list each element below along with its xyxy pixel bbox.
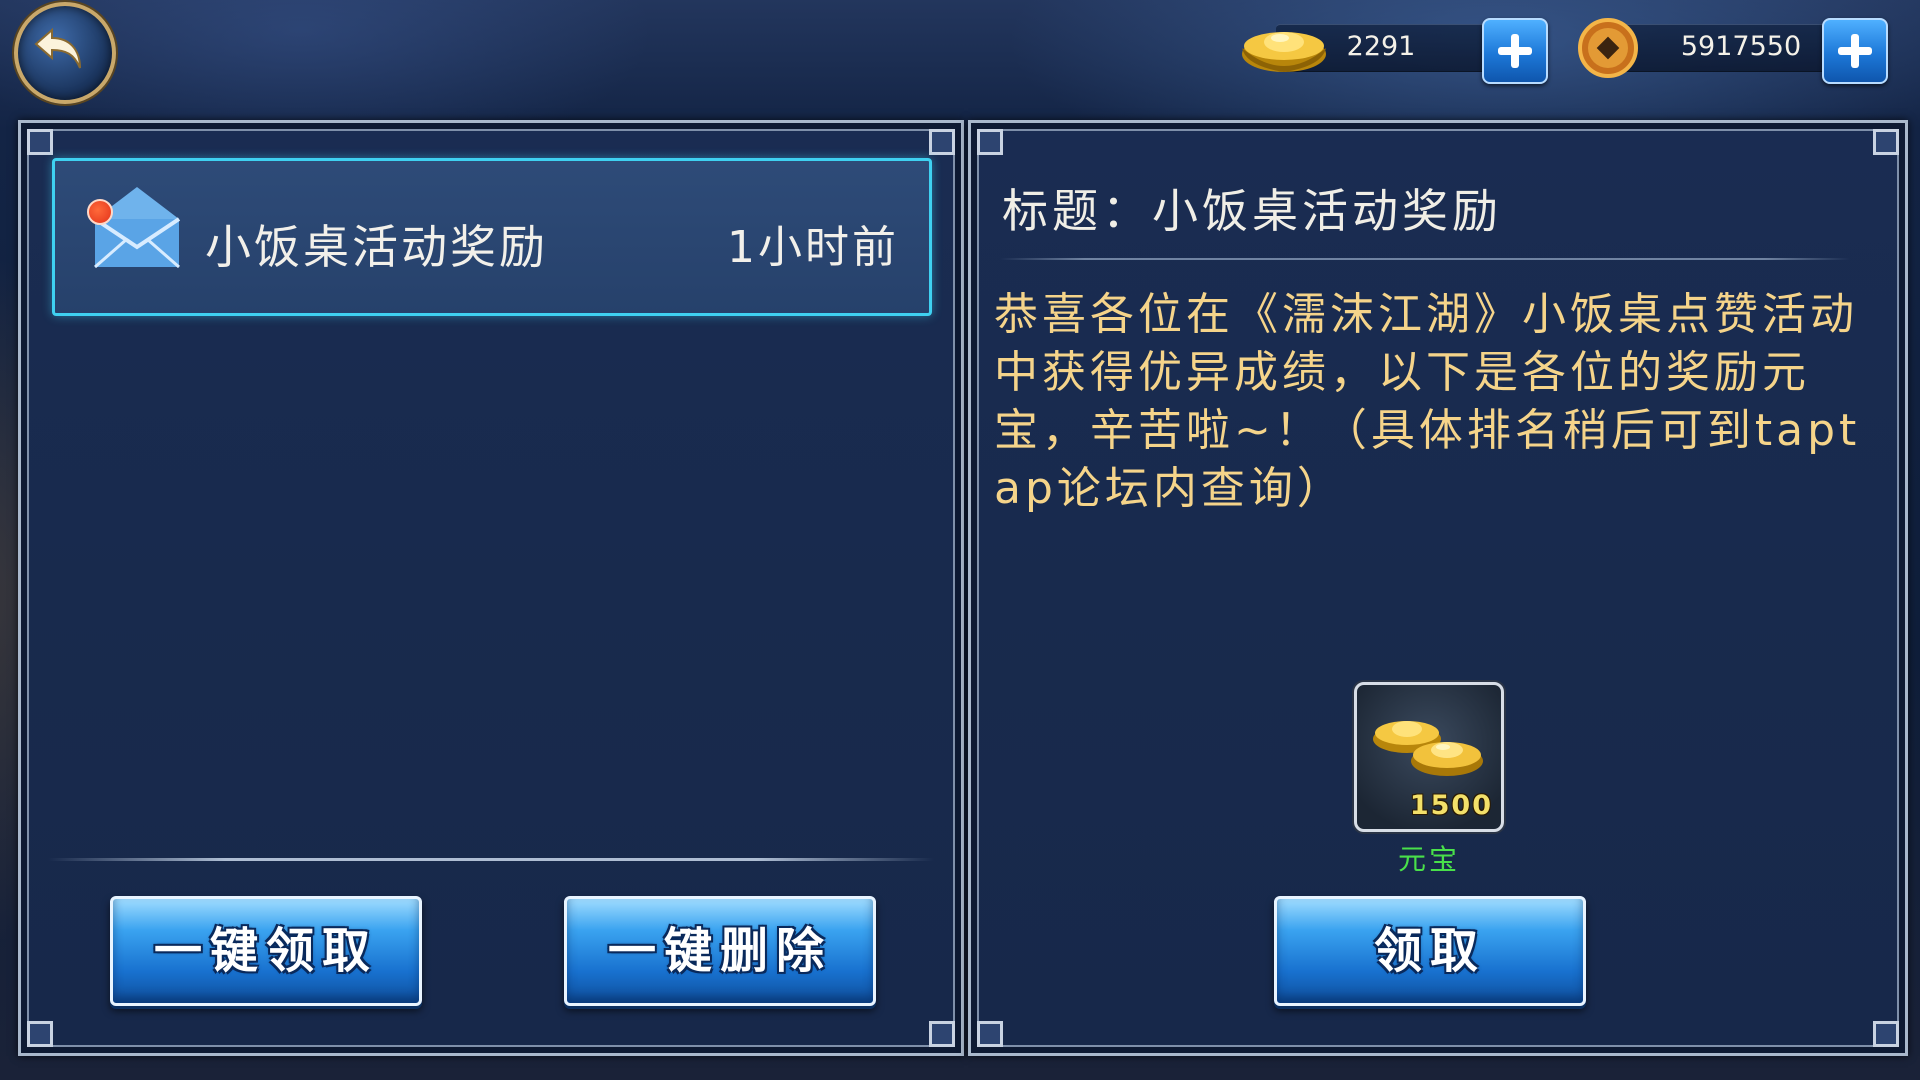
panel-corner-ornament	[977, 129, 1003, 155]
panel-corner-ornament	[929, 1021, 955, 1047]
mail-screen: 2291 5917550 小饭桌活动奖励 1小时前 一键领取 一键删除 标题：小…	[0, 0, 1920, 1080]
panel-corner-ornament	[1873, 1021, 1899, 1047]
gold-ingot-icon	[1373, 721, 1483, 776]
back-arrow-icon	[34, 27, 81, 69]
claim-all-label: 一键领取	[153, 923, 378, 979]
envelope-icon	[93, 187, 181, 269]
back-button[interactable]	[14, 2, 116, 104]
delete-all-label: 一键删除	[607, 923, 832, 979]
coin-amount: 5917550	[1680, 31, 1802, 62]
mail-detail-title: 标题：小饭桌活动奖励	[1002, 184, 1502, 238]
mail-detail-body: 恭喜各位在《濡沫江湖》小饭桌点赞活动中获得优异成绩，以下是各位的奖励元宝，辛苦啦…	[994, 289, 1861, 514]
ingot-amount: 2291	[1346, 31, 1416, 62]
panel-corner-ornament	[27, 129, 53, 155]
panel-corner-ornament	[977, 1021, 1003, 1047]
claim-button[interactable]: 领取	[1274, 896, 1586, 1006]
panel-corner-ornament	[1873, 129, 1899, 155]
mail-list-item[interactable]: 小饭桌活动奖励 1小时前	[52, 158, 932, 316]
add-ingot-button[interactable]	[1482, 18, 1548, 84]
claim-label: 领取	[1373, 923, 1486, 979]
add-coin-button[interactable]	[1822, 18, 1888, 84]
reward-item-slot[interactable]: 1500	[1354, 682, 1504, 832]
ingot-currency: 2291	[1236, 18, 1548, 84]
coin-currency: 5917550	[1576, 18, 1894, 84]
unread-indicator-dot	[87, 199, 113, 225]
panel-corner-ornament	[929, 129, 955, 155]
copper-coin-icon	[1578, 18, 1638, 78]
claim-all-button[interactable]: 一键领取	[110, 896, 422, 1006]
list-divider	[48, 858, 934, 861]
panel-corner-ornament	[27, 1021, 53, 1047]
delete-all-button[interactable]: 一键删除	[564, 896, 876, 1006]
title-divider	[1000, 258, 1850, 260]
mail-subject: 小饭桌活动奖励	[205, 220, 548, 274]
reward-quantity: 1500	[1409, 790, 1493, 821]
reward-name: 元宝	[1397, 843, 1460, 876]
mail-time: 1小时前	[727, 222, 899, 273]
